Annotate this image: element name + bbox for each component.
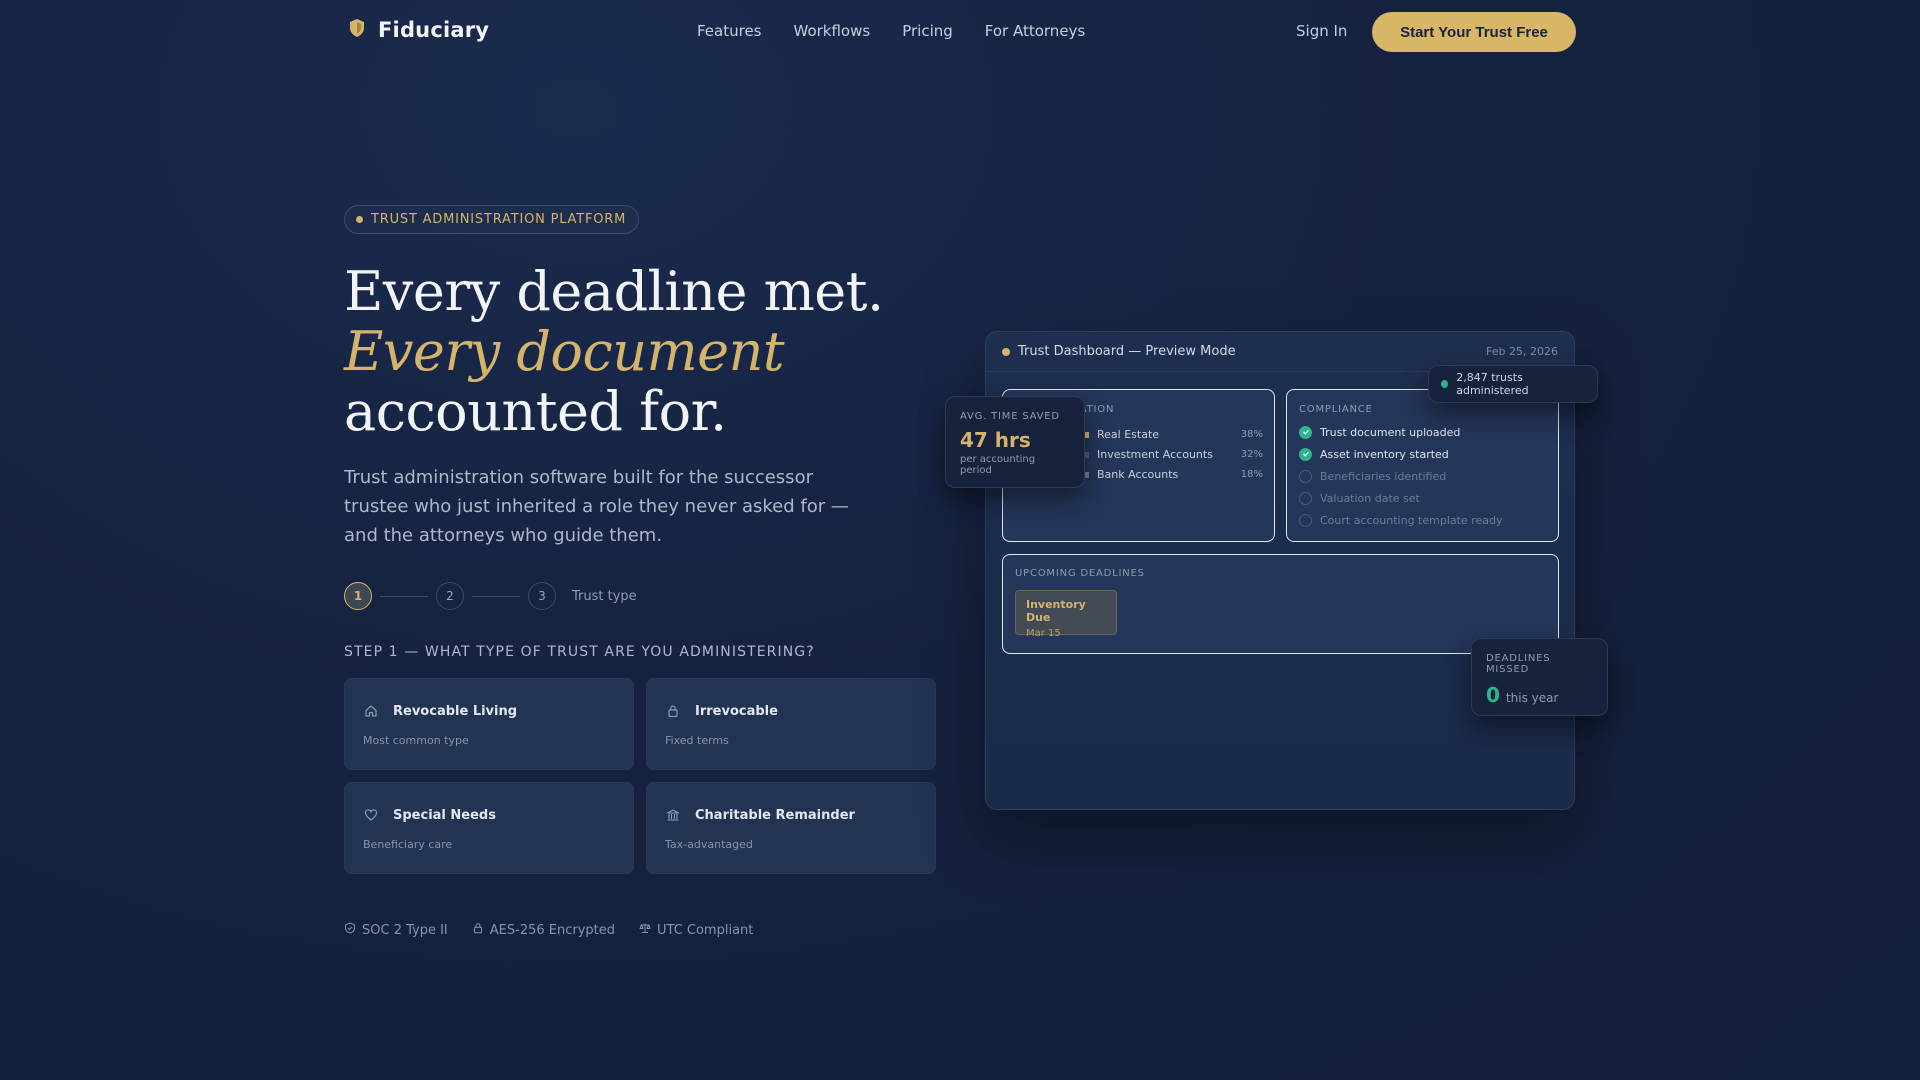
home-icon — [363, 703, 379, 719]
step-2-indicator[interactable]: 2 — [436, 582, 464, 610]
dashboard-date: Feb 25, 2026 — [1486, 345, 1558, 358]
trust-option-subtitle: Beneficiary care — [363, 838, 453, 851]
platform-badge: TRUST ADMINISTRATION PLATFORM — [344, 205, 640, 234]
compliance-label: Court accounting template ready — [1320, 513, 1503, 527]
lock-icon — [472, 922, 484, 938]
status-dot-icon — [1002, 347, 1010, 356]
nav-link-features[interactable]: Features — [697, 22, 762, 40]
shield-check-icon — [344, 922, 356, 938]
hero-subcopy: Trust administration software built for … — [344, 467, 849, 546]
trust-option-subtitle: Tax-advantaged — [665, 838, 753, 851]
compliance-label: Trust document uploaded — [1320, 425, 1461, 439]
brand-name: Fiduciary — [378, 18, 490, 42]
time-saved-label: AVG. TIME SAVED — [960, 411, 1060, 422]
trust-option-title: Charitable Remainder — [695, 807, 855, 823]
badge-label: AES-256 Encrypted — [489, 922, 615, 938]
compliance-item: Valuation date set — [1299, 491, 1546, 505]
allocation-label: Real Estate — [1097, 428, 1160, 441]
deadlines-missed-card: DEADLINES MISSED 0 this year — [1471, 638, 1608, 716]
compliance-item: Trust document uploaded — [1299, 425, 1546, 439]
trust-option-subtitle: Fixed terms — [665, 734, 729, 747]
trust-option-charitable-remainder[interactable]: Charitable Remainder Tax-advantaged — [646, 782, 936, 874]
allocation-row: Bank Accounts 18% — [1083, 468, 1263, 481]
compliance-item: Court accounting template ready — [1299, 513, 1546, 527]
step-title: STEP 1 — WHAT TYPE OF TRUST ARE YOU ADMI… — [344, 644, 815, 660]
check-icon — [1299, 447, 1312, 461]
badge-dot-icon — [356, 216, 363, 223]
security-badges: SOC 2 Type II AES-256 Encrypted UTC Comp… — [344, 922, 753, 938]
trust-option-irrevocable[interactable]: Irrevocable Fixed terms — [646, 678, 936, 770]
badge-label: TRUST ADMINISTRATION PLATFORM — [371, 212, 627, 227]
trust-option-revocable-living[interactable]: Revocable Living Most common type — [344, 678, 634, 770]
headline-line-2: Every document — [344, 320, 785, 383]
time-saved-value: 47 hrs — [960, 428, 1031, 452]
live-dot-icon — [1441, 380, 1449, 388]
trust-option-subtitle: Most common type — [363, 734, 469, 747]
top-nav: Fiduciary Features Workflows Pricing For… — [0, 0, 1920, 64]
trust-option-special-needs[interactable]: Special Needs Beneficiary care — [344, 782, 634, 874]
headline-line-1: Every deadline met. — [344, 260, 884, 323]
allocation-label: Bank Accounts — [1097, 468, 1179, 481]
compliance-title: COMPLIANCE — [1299, 404, 1373, 415]
badge-label: SOC 2 Type II — [362, 922, 448, 938]
allocation-pct: 32% — [1240, 449, 1263, 460]
headline-line-3: accounted for. — [344, 380, 727, 443]
hero-headline: Every deadline met. Every document accou… — [344, 262, 884, 442]
step-1-indicator[interactable]: 1 — [344, 582, 372, 610]
deadlines-missed-label: DEADLINES MISSED — [1486, 653, 1551, 675]
step-connector — [380, 595, 428, 597]
trust-option-title: Revocable Living — [393, 703, 518, 719]
deadlines-title: UPCOMING DEADLINES — [1015, 568, 1145, 579]
lock-icon — [665, 703, 681, 719]
deadlines-missed-sub: this year — [1505, 691, 1559, 705]
empty-circle-icon — [1299, 469, 1312, 483]
brand-logo[interactable]: Fiduciary — [348, 18, 489, 42]
compliance-item: Beneficiaries identified — [1299, 469, 1546, 483]
scales-icon — [639, 922, 651, 938]
trusts-count-label: 2,847 trusts administered — [1456, 371, 1529, 397]
allocation-row: Investment Accounts 32% — [1083, 448, 1263, 461]
stepper: 1 2 3 Trust type — [344, 582, 637, 610]
step-connector — [472, 595, 520, 597]
allocation-label: Investment Accounts — [1097, 448, 1213, 461]
trusts-count-card: 2,847 trusts administered — [1428, 365, 1598, 403]
compliance-panel: COMPLIANCE Trust document uploaded Asset… — [1286, 389, 1559, 542]
allocation-pct: 18% — [1240, 469, 1263, 480]
allocation-pct: 38% — [1240, 429, 1263, 440]
compliance-label: Valuation date set — [1320, 491, 1420, 505]
trust-option-title: Special Needs — [393, 807, 496, 823]
trust-option-title: Irrevocable — [695, 703, 778, 719]
empty-circle-icon — [1299, 491, 1312, 505]
trust-type-options: Revocable Living Most common type Irrevo… — [344, 678, 936, 874]
step-label: Trust type — [572, 588, 637, 604]
nav-link-workflows[interactable]: Workflows — [794, 22, 871, 40]
compliance-item: Asset inventory started — [1299, 447, 1546, 461]
soc2-badge: SOC 2 Type II — [344, 922, 448, 938]
compliance-label: Asset inventory started — [1320, 447, 1449, 461]
encryption-badge: AES-256 Encrypted — [472, 922, 615, 938]
nav-link-pricing[interactable]: Pricing — [902, 22, 953, 40]
allocation-row: Real Estate 38% — [1083, 428, 1263, 441]
deadline-date: Mar 15 — [1026, 628, 1061, 639]
sign-in-link[interactable]: Sign In — [1296, 22, 1347, 40]
dashboard-title: Trust Dashboard — Preview Mode — [1018, 344, 1236, 359]
nav-links: Features Workflows Pricing For Attorneys — [697, 22, 1085, 40]
bank-icon — [665, 807, 681, 823]
empty-circle-icon — [1299, 513, 1312, 527]
time-saved-sub: per accounting period — [960, 454, 1036, 476]
time-saved-card: AVG. TIME SAVED 47 hrs per accounting pe… — [945, 396, 1085, 488]
shield-logo-icon — [348, 18, 366, 42]
step-3-indicator[interactable]: 3 — [528, 582, 556, 610]
compliance-label: Beneficiaries identified — [1320, 469, 1447, 483]
check-icon — [1299, 425, 1312, 439]
heart-icon — [363, 807, 379, 823]
badge-label: UTC Compliant — [657, 922, 754, 938]
deadlines-missed-value: 0 — [1486, 683, 1500, 707]
deadline-chip[interactable]: Inventory Due Mar 15 — [1015, 590, 1117, 639]
nav-link-for-attorneys[interactable]: For Attorneys — [985, 22, 1085, 40]
utc-badge: UTC Compliant — [639, 922, 753, 938]
deadline-title: Inventory Due — [1026, 598, 1086, 624]
start-trust-button[interactable]: Start Your Trust Free — [1372, 12, 1576, 52]
